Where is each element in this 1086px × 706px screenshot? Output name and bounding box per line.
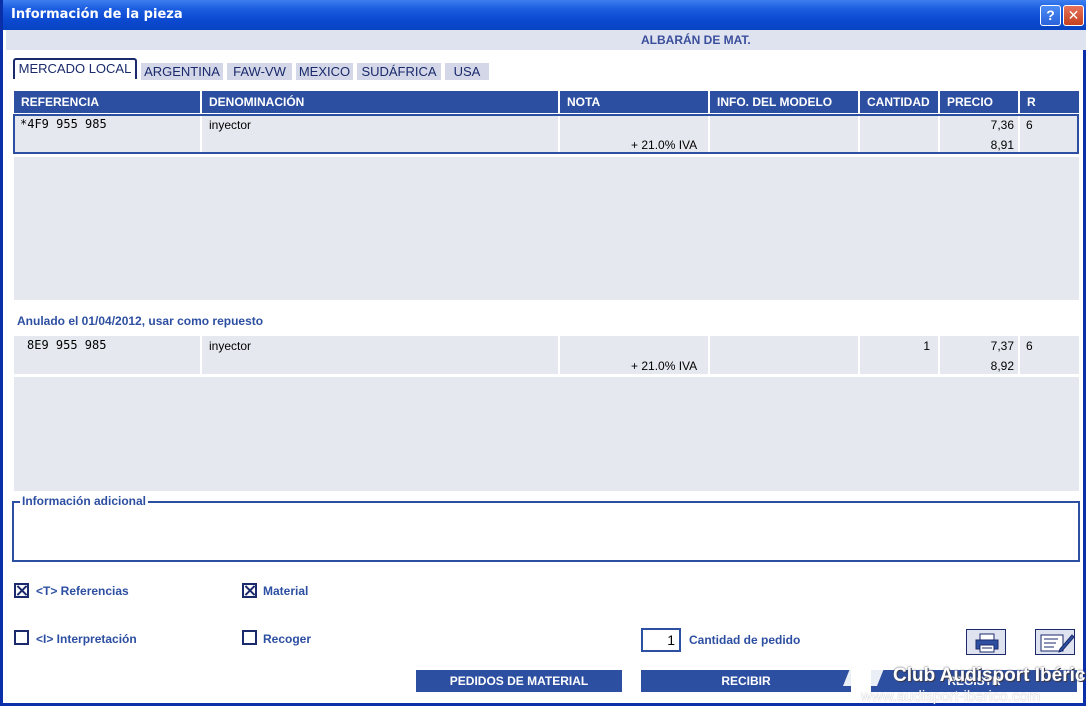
col-r[interactable]: R	[1020, 91, 1079, 113]
col-referencia[interactable]: REFERENCIA	[14, 91, 200, 113]
col-cantidad[interactable]: CANTIDAD	[860, 91, 938, 113]
quantity-input[interactable]: 1	[641, 628, 681, 652]
edit-pencil-icon	[1040, 634, 1075, 653]
close-icon[interactable]: ✕	[1063, 5, 1084, 26]
watermark-logo-icon	[843, 666, 885, 686]
watermark-subtitle: www.audisport-iberico.com	[861, 688, 1041, 705]
replacement-note: Anulado el 01/04/2012, usar como repuest…	[17, 314, 264, 328]
printer-icon	[975, 633, 999, 653]
row-precio: 7,37	[990, 339, 1014, 353]
help-icon[interactable]: ?	[1040, 5, 1061, 26]
title-bar[interactable]: Información de la pieza ? ✕	[3, 0, 1086, 30]
row-precio-iva: 8,92	[990, 359, 1014, 373]
window-title: Información de la pieza	[11, 7, 183, 22]
tab-mercado-local[interactable]: MERCADO LOCAL	[13, 58, 137, 79]
recoger-checkbox[interactable]	[242, 630, 257, 645]
watermark: Club Audisport Ibérico www.audisport-ibe…	[841, 664, 1086, 706]
referencias-checkbox[interactable]	[14, 583, 29, 598]
row-denominacion: inyector	[209, 339, 252, 353]
col-nota[interactable]: NOTA	[560, 91, 708, 113]
col-info-modelo[interactable]: INFO. DEL MODELO	[710, 91, 858, 113]
replacement-area	[14, 377, 1079, 491]
row-cantidad: 1	[923, 339, 930, 353]
recoger-label: Recoger	[263, 632, 312, 646]
interpretacion-checkbox[interactable]	[14, 630, 29, 645]
header-band	[6, 30, 1086, 50]
material-label: Material	[263, 584, 309, 598]
albaran-label: ALBARÁN DE MAT.	[641, 33, 751, 47]
quantity-label: Cantidad de pedido	[689, 633, 801, 647]
row-referencia: 8E9 955 985	[27, 338, 107, 352]
row-nota: + 21.0% IVA	[631, 359, 698, 373]
tab-sudafrica[interactable]: SUDÁFRICA	[357, 63, 441, 80]
print-button[interactable]	[966, 629, 1006, 655]
col-precio[interactable]: PRECIO	[940, 91, 1018, 113]
tab-mexico[interactable]: MEXICO	[296, 63, 353, 80]
row-r: 6	[1026, 339, 1033, 353]
part-info-window: Información de la pieza ? ✕ ALBARÁN DE M…	[0, 0, 1086, 706]
recibir-button[interactable]: RECIBIR	[641, 670, 851, 692]
results-area	[14, 157, 1079, 300]
pedidos-material-button[interactable]: PEDIDOS DE MATERIAL	[416, 670, 622, 692]
col-denominacion[interactable]: DENOMINACIÓN	[202, 91, 558, 113]
watermark-title: Club Audisport Ibérico	[893, 665, 1086, 686]
info-adicional-box[interactable]: Información adicional	[12, 494, 1080, 562]
interpretacion-label: <I> Interpretación	[36, 632, 137, 646]
tab-argentina[interactable]: ARGENTINA	[141, 63, 223, 80]
info-adicional-legend: Información adicional	[20, 494, 149, 508]
edit-notes-button[interactable]	[1035, 629, 1075, 655]
tab-faw-vw[interactable]: FAW-VW	[227, 63, 292, 80]
selection-frame	[13, 114, 1079, 154]
material-checkbox[interactable]	[242, 583, 257, 598]
referencias-label: <T> Referencias	[36, 584, 129, 598]
tab-usa[interactable]: USA	[445, 63, 489, 80]
